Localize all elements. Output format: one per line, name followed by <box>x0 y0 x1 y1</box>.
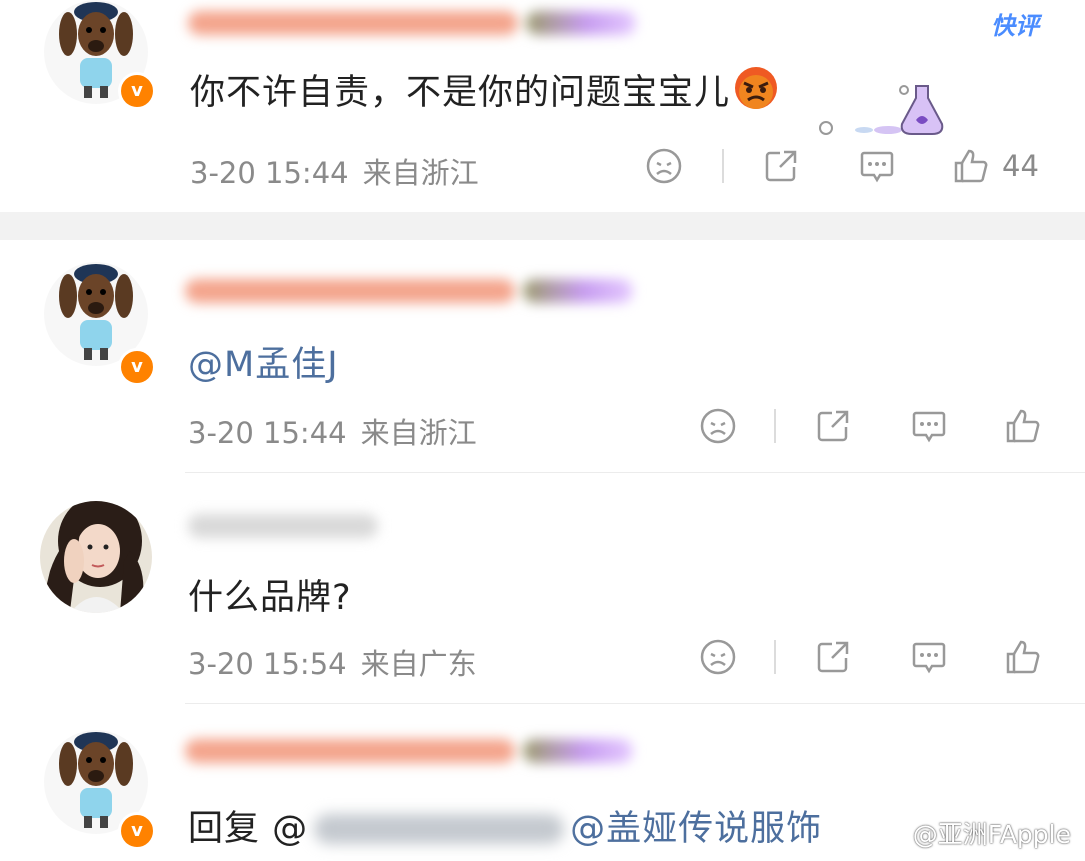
verified-badge-icon: v <box>118 812 156 850</box>
comment-meta: 3-20 15:44 来自浙江 <box>190 150 479 192</box>
comment-time: 3-20 15:54 <box>188 647 347 681</box>
girl-avatar-icon <box>40 501 152 613</box>
like-button[interactable] <box>1004 638 1042 676</box>
verified-badge-icon: v <box>118 348 156 386</box>
section-separator <box>0 212 1085 240</box>
reply-mention[interactable]: @盖娅传说服饰 <box>570 809 822 849</box>
reply-prefix: 回复 @ <box>188 809 309 849</box>
like-icon <box>1006 409 1040 443</box>
dislike-icon <box>700 408 736 444</box>
comment-meta: 3-20 15:54 来自广东 <box>188 641 477 683</box>
username-blurred[interactable] <box>188 509 386 543</box>
action-separator <box>722 149 724 183</box>
dislike-button[interactable] <box>698 407 738 445</box>
comment-location: 来自浙江 <box>362 156 479 190</box>
comment-text[interactable]: @M孟佳J <box>188 336 339 387</box>
username-blurred[interactable] <box>185 274 633 308</box>
comment-icon <box>912 411 946 443</box>
comment-location: 来自浙江 <box>360 416 477 450</box>
quick-comment-link[interactable]: 快评 <box>991 6 1039 41</box>
comment-button[interactable] <box>910 638 948 676</box>
comment-item: v @M孟佳J 3-20 15:44 来自浙江 <box>0 240 1085 472</box>
share-icon <box>817 410 849 442</box>
like-icon <box>954 149 988 183</box>
dislike-button[interactable] <box>698 638 738 676</box>
share-icon <box>817 641 849 673</box>
share-icon <box>765 150 797 182</box>
comment-meta: 3-20 15:44 来自浙江 <box>188 410 477 452</box>
blurred-mention[interactable] <box>314 814 565 844</box>
like-count: 44 <box>1002 149 1039 183</box>
username-blurred[interactable] <box>188 6 636 40</box>
like-icon <box>1006 640 1040 674</box>
dislike-button[interactable] <box>644 147 684 185</box>
watermark: @亚洲FApple <box>872 815 1071 851</box>
watermark-text: @亚洲FApple <box>912 820 1071 849</box>
comment-icon <box>860 151 894 183</box>
avatar[interactable] <box>40 501 152 613</box>
comment-button[interactable] <box>910 407 948 445</box>
share-button[interactable] <box>762 147 800 185</box>
share-button[interactable] <box>814 638 852 676</box>
comment-text: 你不许自责，不是你的问题宝宝儿 <box>190 64 778 115</box>
comment-actions: 44 <box>644 146 1039 186</box>
comment-text: 回复 @ @盖娅传说服饰 <box>188 800 822 851</box>
comment-icon <box>912 642 946 674</box>
flask-decoration-icon <box>819 85 944 135</box>
angry-face-icon <box>735 67 778 109</box>
comment-time: 3-20 15:44 <box>190 156 349 190</box>
comment-location: 来自广东 <box>360 647 477 681</box>
verified-badge-icon: v <box>118 72 156 110</box>
comment-actions <box>698 406 1042 446</box>
action-separator <box>774 409 776 443</box>
share-button[interactable] <box>814 407 852 445</box>
comment-item: 什么品牌? 3-20 15:54 来自广东 <box>0 473 1085 703</box>
comment-actions <box>698 637 1042 677</box>
comment-item: v 快评 你不许自责，不是你的问题宝宝儿 3-20 15:44 来自浙江 44 <box>0 0 1085 212</box>
username-blurred[interactable] <box>185 734 633 768</box>
dislike-icon <box>646 148 682 184</box>
comment-time: 3-20 15:44 <box>188 416 347 450</box>
action-separator <box>774 640 776 674</box>
like-button[interactable] <box>1004 407 1042 445</box>
comment-text: 什么品牌? <box>188 578 352 618</box>
weibo-icon <box>872 820 906 847</box>
comment-button[interactable] <box>858 147 896 185</box>
dislike-icon <box>700 639 736 675</box>
like-button[interactable]: 44 <box>952 147 1039 185</box>
